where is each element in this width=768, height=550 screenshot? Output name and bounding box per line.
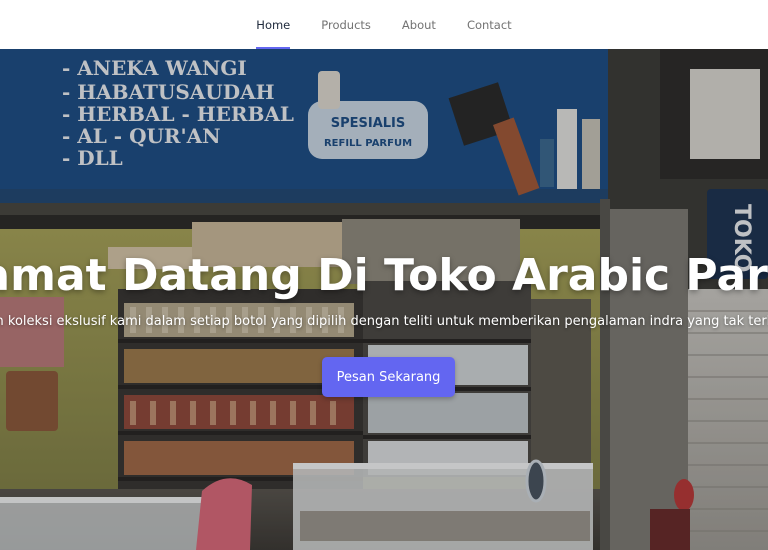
navbar: Home Products About Contact bbox=[0, 0, 768, 49]
hero-title: Selamat Datang Di Toko Arabic Parfum bbox=[0, 250, 768, 301]
nav-link-about[interactable]: About bbox=[386, 0, 451, 49]
nav-link-home[interactable]: Home bbox=[241, 0, 306, 49]
nav-link-contact[interactable]: Contact bbox=[451, 0, 527, 49]
hero-subtitle: Temukan koleksi ekslusif kami dalam seti… bbox=[0, 314, 768, 329]
nav-link-products[interactable]: Products bbox=[306, 0, 387, 49]
order-now-button[interactable]: Pesan Sekarang bbox=[322, 357, 455, 397]
nav-links: Home Products About Contact bbox=[0, 0, 768, 49]
hero-content: Selamat Datang Di Toko Arabic Parfum Tem… bbox=[0, 49, 768, 550]
hero-section: - ANEKA WANGI - HABATUSAUDAH - HERBAL - … bbox=[0, 49, 768, 550]
